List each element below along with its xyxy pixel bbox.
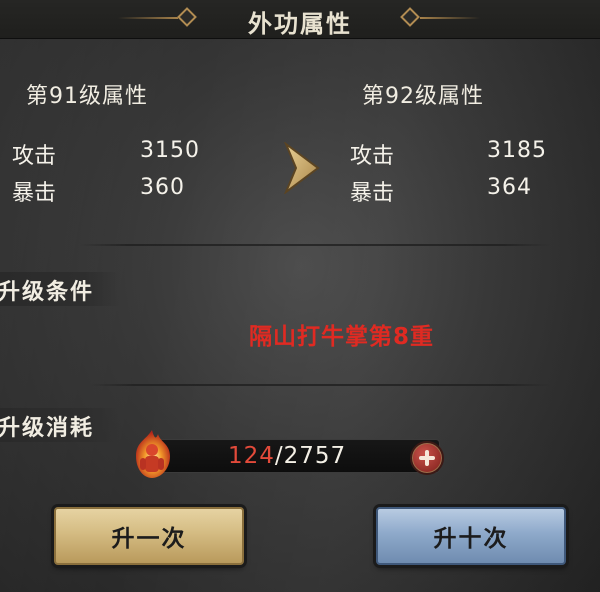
upgrade-requirement-text: 隔山打牛掌第8重: [249, 324, 435, 350]
next-stat-attack-label: 攻击: [350, 144, 395, 169]
next-stat-crit-label: 暴击: [350, 181, 395, 206]
divider: [80, 244, 550, 246]
upgrade-condition-label: 升级条件: [0, 280, 95, 305]
upgrade-cost-label: 升级消耗: [0, 416, 95, 441]
arrow-right-icon: [284, 142, 320, 194]
current-level-title: 第91级属性: [26, 84, 148, 109]
current-stat-attack-label: 攻击: [12, 144, 57, 169]
cost-need-value: 2757: [283, 443, 347, 469]
cost-amount: 124/2757: [228, 443, 346, 469]
upgrade-once-button[interactable]: 升一次: [54, 507, 244, 565]
cost-have-value: 124: [228, 443, 275, 469]
current-stat-crit-value: 360: [140, 175, 185, 200]
page-title: 外功属性: [248, 10, 352, 38]
next-stat-attack-value: 3185: [487, 138, 547, 163]
fire-character-icon: [136, 430, 170, 478]
current-stat-attack-value: 3150: [140, 138, 200, 163]
title-ornament-line-right: [420, 17, 480, 19]
upgrade-cost-header: 升级消耗: [0, 408, 120, 442]
current-stat-crit-label: 暴击: [12, 181, 57, 206]
next-stat-crit-value: 364: [487, 175, 532, 200]
divider: [90, 384, 550, 386]
upgrade-ten-button[interactable]: 升十次: [376, 507, 566, 565]
title-bar: 外功属性: [0, 0, 600, 39]
next-level-title: 第92级属性: [362, 84, 484, 109]
add-material-button[interactable]: [410, 441, 444, 475]
cost-separator: /: [274, 443, 284, 469]
upgrade-condition-header: 升级条件: [0, 272, 120, 306]
